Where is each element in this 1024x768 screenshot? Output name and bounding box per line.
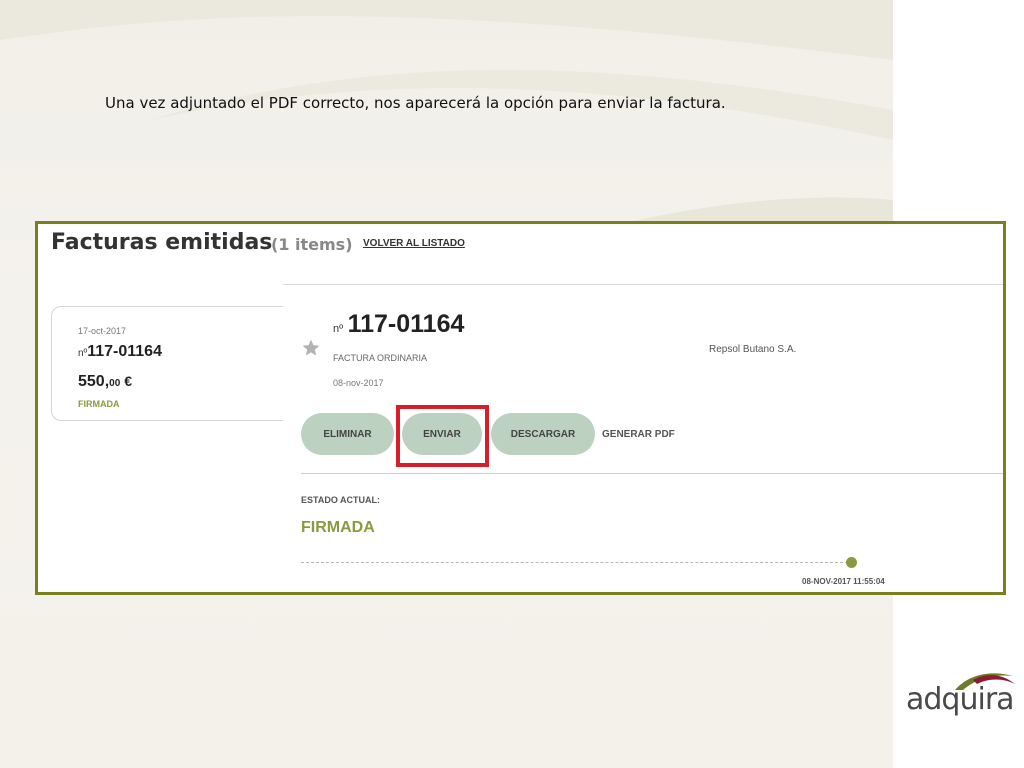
generate-pdf-link[interactable]: GENERAR PDF — [602, 429, 675, 440]
timeline-timestamp: 08-NOV-2017 11:55:04 — [802, 577, 885, 586]
invoice-detail-panel: nº 117-01164 FACTURA ORDINARIA 08-nov-20… — [283, 286, 1003, 592]
number-prefix: nº — [333, 323, 344, 335]
status-timeline — [301, 562, 853, 563]
brand-name: adquira — [906, 682, 1015, 717]
download-button[interactable]: DESCARGAR — [491, 413, 595, 455]
invoice-card[interactable]: 17-oct-2017 nº117-01164 550,00 € FIRMADA — [51, 306, 291, 421]
amount-integer: 550, — [78, 373, 110, 390]
back-to-list-link[interactable]: VOLVER AL LISTADO — [363, 238, 465, 249]
invoice-card-status: FIRMADA — [78, 399, 120, 409]
issuer-name: Repsol Butano S.A. — [709, 344, 797, 355]
invoice-number: 117-01164 — [87, 343, 162, 360]
send-button[interactable]: ENVIAR — [402, 413, 482, 455]
invoice-card-date: 17-oct-2017 — [78, 326, 127, 336]
timeline-dot — [846, 557, 857, 568]
adquira-logo: adquira — [903, 668, 1018, 724]
page-title: Facturas emitidas — [51, 230, 273, 255]
number-prefix: nº — [78, 348, 88, 359]
invoice-card-number: nº117-01164 — [78, 343, 162, 361]
invoice-card-amount: 550,00 € — [78, 373, 132, 391]
amount-decimals: 00 — [109, 378, 121, 389]
invoice-number: 117-01164 — [347, 310, 465, 338]
currency-symbol: € — [124, 373, 133, 389]
slide-caption: Una vez adjuntado el PDF correcto, nos a… — [105, 94, 726, 112]
screenshot-frame: Facturas emitidas (1 items) VOLVER AL LI… — [35, 221, 1006, 595]
divider — [283, 284, 1003, 285]
star-icon[interactable] — [301, 338, 321, 358]
invoice-date: 08-nov-2017 — [333, 378, 384, 388]
invoice-detail-number: nº 117-01164 — [333, 310, 464, 339]
state-value: FIRMADA — [301, 519, 375, 536]
invoice-type: FACTURA ORDINARIA — [333, 353, 428, 363]
divider — [301, 473, 1003, 474]
state-label: ESTADO ACTUAL: — [301, 495, 380, 505]
items-count: (1 items) — [271, 235, 353, 254]
delete-button[interactable]: ELIMINAR — [301, 413, 394, 455]
